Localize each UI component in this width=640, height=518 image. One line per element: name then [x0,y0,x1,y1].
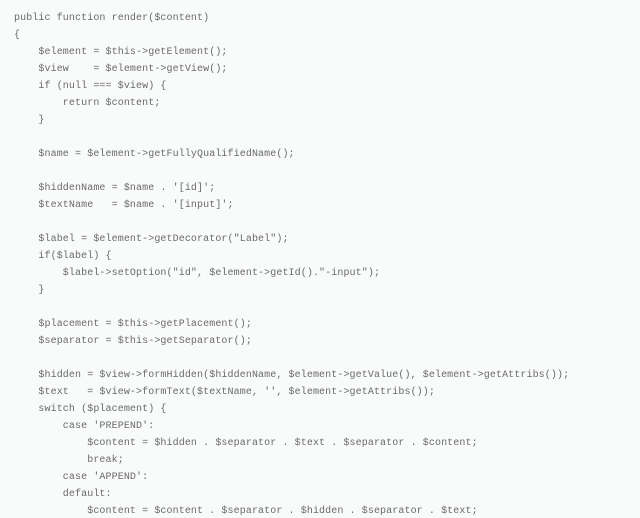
code-block: public function render($content) { $elem… [0,0,640,518]
code-content: public function render($content) { $elem… [14,13,569,518]
